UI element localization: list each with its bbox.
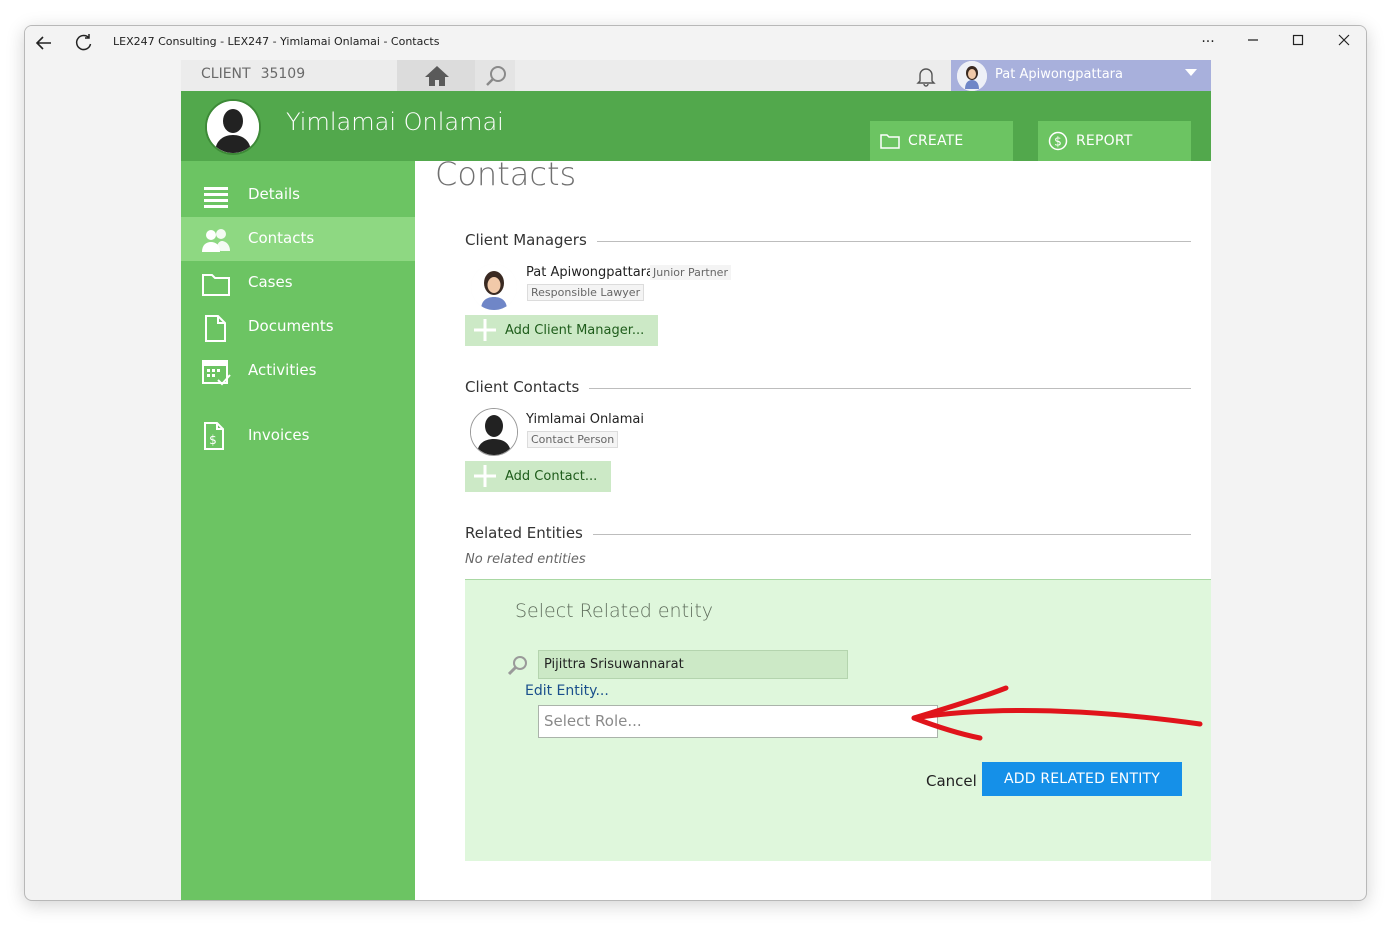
sidebar-item-invoices[interactable]: $ Invoices: [181, 414, 415, 458]
search-button[interactable]: [475, 60, 515, 91]
bell-icon[interactable]: [914, 64, 938, 88]
document-icon: [205, 315, 226, 342]
client-name: Yimlamai Onlamai: [286, 108, 504, 136]
calendar-check-icon: [202, 360, 231, 386]
sidebar-item-documents[interactable]: Documents: [181, 305, 415, 349]
section-divider: [590, 241, 1191, 242]
create-case-button[interactable]: CREATE CASE: [870, 121, 1013, 189]
client-number: 35109: [260, 66, 306, 82]
sidebar-item-activities[interactable]: Activities: [181, 349, 415, 393]
user-name: Pat Apiwongpattara: [995, 67, 1123, 82]
browser-window: LEX247 Consulting - LEX247 - Yimlamai On…: [24, 25, 1367, 901]
panel-title: Select Related entity: [515, 600, 714, 622]
add-client-manager-label: Add Client Manager...: [505, 323, 645, 338]
manager-role-badge: Responsible Lawyer: [527, 284, 645, 301]
role-select[interactable]: Select Role...: [538, 705, 938, 738]
back-icon[interactable]: [33, 32, 55, 54]
sidebar-item-cases[interactable]: Cases: [181, 261, 415, 305]
folder-icon: [880, 134, 900, 149]
plus-icon: [474, 319, 496, 341]
search-icon: [507, 656, 527, 676]
sidebar-item-label: Details: [248, 185, 301, 203]
people-icon: [202, 229, 230, 252]
sidebar-item-label: Documents: [248, 317, 334, 335]
add-related-entity-button[interactable]: ADD RELATED ENTITY: [982, 762, 1182, 796]
svg-text:$: $: [1054, 135, 1062, 149]
client-managers-heading: Client Managers: [465, 231, 597, 249]
maximize-icon[interactable]: [1284, 30, 1312, 54]
page-title: Contacts: [435, 155, 577, 193]
more-icon[interactable]: ···: [1194, 30, 1222, 54]
cancel-button[interactable]: Cancel: [926, 772, 977, 790]
home-icon: [425, 66, 449, 86]
sidebar: Details Contacts Cases Documents Activit…: [181, 161, 415, 900]
dollar-circle-icon: $: [1048, 131, 1068, 151]
contact-avatar: [470, 408, 518, 456]
top-bar: CLIENT 35109 Pat Apiwongpattara: [181, 60, 1211, 91]
no-related-entities-note: No related entities: [465, 552, 586, 567]
search-icon: [486, 66, 506, 86]
add-contact-label: Add Contact...: [505, 469, 598, 484]
refresh-icon[interactable]: [73, 32, 95, 54]
manager-title: Junior Partner: [650, 265, 731, 280]
related-entities-heading: Related Entities: [465, 524, 593, 542]
sidebar-item-label: Cases: [248, 273, 293, 291]
client-contacts-heading: Client Contacts: [465, 378, 590, 396]
minimize-icon[interactable]: [1239, 30, 1267, 54]
manager-name[interactable]: Pat Apiwongpattara: [526, 265, 654, 280]
home-button[interactable]: [397, 60, 475, 91]
add-contact-button[interactable]: Add Contact...: [465, 461, 612, 492]
client-indicator: CLIENT 35109: [181, 60, 397, 91]
folder-icon: [202, 274, 230, 296]
title-bar: LEX247 Consulting - LEX247 - Yimlamai On…: [25, 26, 1366, 59]
sidebar-item-details[interactable]: Details: [181, 173, 415, 217]
manager-avatar: [471, 264, 517, 310]
sidebar-item-label: Invoices: [248, 426, 310, 444]
add-client-manager-button[interactable]: Add Client Manager...: [465, 315, 659, 346]
report-asset-button[interactable]: $ REPORT ASSET: [1038, 121, 1191, 189]
section-divider: [581, 388, 1191, 389]
plus-icon: [474, 465, 496, 487]
list-icon: [204, 187, 228, 208]
chevron-down-icon: [1185, 69, 1197, 76]
related-entity-panel: Select Related entity Pijittra Srisuwann…: [465, 579, 1211, 861]
invoice-icon: $: [204, 422, 224, 450]
contact-name[interactable]: Yimlamai Onlamai: [526, 412, 644, 427]
sidebar-item-contacts[interactable]: Contacts: [181, 217, 415, 261]
main-content: Contacts Client Managers Pat Apiwongpatt…: [415, 155, 1211, 900]
close-icon[interactable]: [1330, 30, 1358, 54]
user-menu[interactable]: Pat Apiwongpattara: [951, 60, 1211, 91]
window-title: LEX247 Consulting - LEX247 - Yimlamai On…: [113, 35, 440, 48]
svg-text:$: $: [209, 433, 217, 447]
sidebar-item-label: Activities: [248, 361, 317, 379]
client-label: CLIENT: [201, 66, 251, 82]
entity-search-input[interactable]: Pijittra Srisuwannarat: [538, 650, 848, 679]
contact-role-badge: Contact Person: [527, 431, 619, 448]
user-avatar: [957, 61, 987, 91]
client-avatar: [205, 99, 261, 155]
sidebar-item-label: Contacts: [248, 229, 315, 247]
section-divider: [585, 534, 1191, 535]
app-content: CLIENT 35109 Pat Apiwongpattara Yimlamai…: [181, 60, 1211, 900]
edit-entity-link[interactable]: Edit Entity...: [525, 683, 609, 699]
